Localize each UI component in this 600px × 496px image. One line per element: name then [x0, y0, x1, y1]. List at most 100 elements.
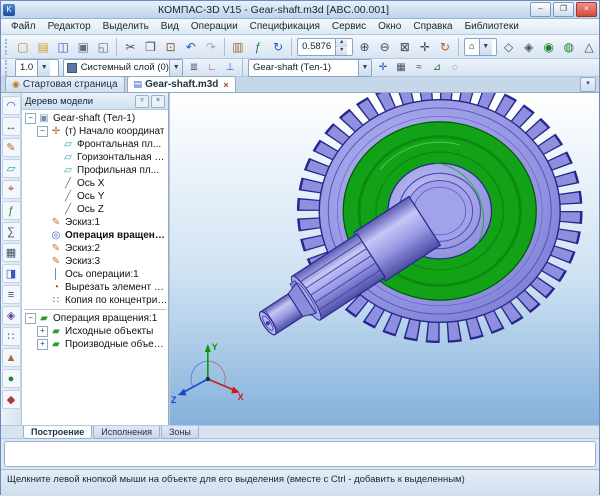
- tree-item-profile-plane[interactable]: ▱ Профильная пл...: [22, 164, 168, 177]
- dimensions-icon[interactable]: ↔: [2, 117, 21, 136]
- array-icon[interactable]: ∷: [2, 327, 21, 346]
- undo-icon[interactable]: ↶: [181, 36, 201, 57]
- chevron-down-icon[interactable]: ▼: [169, 60, 182, 76]
- menu-service[interactable]: Сервис: [326, 20, 372, 33]
- chevron-down-icon[interactable]: ▼: [37, 60, 50, 76]
- phantom-icon[interactable]: ◌: [446, 59, 464, 76]
- snap-icon[interactable]: ✛: [374, 59, 392, 76]
- tree-item-operation-axis[interactable]: │ Ось операции:1: [22, 268, 168, 281]
- part-combo[interactable]: Gear-shaft (Тел-1) ▼: [248, 59, 372, 77]
- copy-icon[interactable]: ❐: [140, 36, 160, 57]
- tree-item-revolve-composition[interactable]: − ▰ Операция вращения:1: [22, 312, 168, 325]
- preview-icon[interactable]: ◱: [93, 36, 113, 57]
- tree-item-origin[interactable]: − ✛ (т) Начало координат: [22, 125, 168, 138]
- surfaces-icon[interactable]: ◈: [2, 306, 21, 325]
- tree-item-axis-x[interactable]: ╱ Ось X: [22, 177, 168, 190]
- zoom-out-icon[interactable]: ⊖: [375, 36, 395, 57]
- tree-item-derived-objects[interactable]: + ▰ Производные объекты: [22, 338, 168, 351]
- tree-item-revolve[interactable]: ◎ Операция вращения:1: [22, 229, 168, 242]
- geometry-icon[interactable]: ◠: [2, 96, 21, 115]
- tree-item-cut-revolve[interactable]: ◔ Вырезать элемент выр...: [22, 281, 168, 294]
- tree-item-axis-y[interactable]: ╱ Ось Y: [22, 190, 168, 203]
- tree-item-circular-pattern[interactable]: ∷ Копия по концентрич...: [22, 294, 168, 307]
- maximize-button[interactable]: ❐: [553, 2, 574, 17]
- panel-close-icon[interactable]: ×: [151, 95, 165, 108]
- expand-toggle[interactable]: −: [37, 126, 48, 137]
- save-icon[interactable]: ◫: [53, 36, 73, 57]
- minimize-button[interactable]: –: [530, 2, 551, 17]
- library-manager-icon[interactable]: ▥: [228, 36, 248, 57]
- perspective-icon[interactable]: △: [579, 36, 599, 57]
- menu-view[interactable]: Вид: [155, 20, 185, 33]
- zoom-in-icon[interactable]: ⊕: [355, 36, 375, 57]
- variables-icon[interactable]: ƒ: [248, 36, 268, 57]
- refresh-icon[interactable]: ↻: [268, 36, 288, 57]
- rotate-view-icon[interactable]: ↻: [435, 36, 455, 57]
- toolbar-grip[interactable]: [5, 60, 10, 76]
- zoom-value-combo[interactable]: 0.5876 ▲▼: [297, 38, 352, 56]
- selection-filter-icon[interactable]: ⊿: [428, 59, 446, 76]
- menu-libraries[interactable]: Библиотеки: [459, 20, 525, 33]
- tree-item-source-objects[interactable]: + ▰ Исходные объекты: [22, 325, 168, 338]
- pin-icon[interactable]: ▿: [135, 95, 149, 108]
- paste-icon[interactable]: ⊡: [161, 36, 181, 57]
- shaded-edges-icon[interactable]: ◍: [559, 36, 579, 57]
- filters-icon[interactable]: ▦: [2, 243, 21, 262]
- shaded-icon[interactable]: ◉: [539, 36, 559, 57]
- menu-file[interactable]: Файл: [5, 20, 42, 33]
- editing-icon[interactable]: ⌖: [2, 180, 21, 199]
- rounding-icon[interactable]: ≈: [410, 59, 428, 76]
- tab-close-icon[interactable]: ×: [223, 80, 228, 90]
- tree-item-horizontal-plane[interactable]: ▱ Горизонтальная п...: [22, 151, 168, 164]
- menu-help[interactable]: Справка: [407, 20, 458, 33]
- property-bar-area[interactable]: [4, 441, 596, 467]
- menu-specification[interactable]: Спецификация: [244, 20, 326, 33]
- specification-icon[interactable]: ◨: [2, 264, 21, 283]
- tab-zones[interactable]: Зоны: [161, 426, 199, 439]
- menu-operations[interactable]: Операции: [185, 20, 244, 33]
- expand-toggle[interactable]: +: [37, 339, 48, 350]
- expand-toggle[interactable]: −: [25, 313, 36, 324]
- cursor-step-combo[interactable]: 1.0 ▼: [15, 59, 59, 77]
- tab-list-chevron-icon[interactable]: ▾: [580, 77, 596, 92]
- tab-gear-shaft[interactable]: ▤ Gear-shaft.m3d ×: [127, 76, 236, 92]
- tree-item-sketch1[interactable]: ✎ Эскиз:1: [22, 216, 168, 229]
- tree-item-frontal-plane[interactable]: ▱ Фронтальная пл...: [22, 138, 168, 151]
- layers-icon[interactable]: ≣: [185, 59, 203, 76]
- sheet-metal-icon[interactable]: ▲: [2, 348, 21, 367]
- hidden-lines-icon[interactable]: ◈: [519, 36, 539, 57]
- layer-combo[interactable]: Системный слой (0) ▼: [63, 59, 183, 77]
- chevron-down-icon[interactable]: ▼: [358, 60, 371, 76]
- open-icon[interactable]: ▤: [33, 36, 53, 57]
- menu-select[interactable]: Выделить: [97, 20, 155, 33]
- zoom-spinner[interactable]: ▲▼: [335, 39, 347, 55]
- tree-item-root[interactable]: − ▣ Gear-shaft (Тел-1): [22, 112, 168, 125]
- tree-item-axis-z[interactable]: ╱ Ось Z: [22, 203, 168, 216]
- parameterization-icon[interactable]: ƒ: [2, 201, 21, 220]
- print-icon[interactable]: ▣: [73, 36, 93, 57]
- expand-toggle[interactable]: −: [25, 113, 36, 124]
- tree-item-sketch3[interactable]: ✎ Эскиз:3: [22, 255, 168, 268]
- tab-versions[interactable]: Исполнения: [93, 426, 160, 439]
- wireframe-icon[interactable]: ◇: [499, 36, 519, 57]
- menu-window[interactable]: Окно: [372, 20, 407, 33]
- toolbar-grip[interactable]: [5, 39, 10, 55]
- redo-icon[interactable]: ↷: [201, 36, 221, 57]
- pan-icon[interactable]: ✛: [415, 36, 435, 57]
- chevron-down-icon[interactable]: ▼: [479, 39, 492, 55]
- tab-start-page[interactable]: ◉ Стартовая страница: [5, 76, 125, 92]
- grid-icon[interactable]: ▦: [392, 59, 410, 76]
- orientation-combo[interactable]: ⌂ ▼: [464, 38, 497, 56]
- measure-icon[interactable]: ∑: [2, 222, 21, 241]
- close-button[interactable]: ×: [576, 2, 597, 17]
- construction-plane-icon[interactable]: ▱: [2, 159, 21, 178]
- features-icon[interactable]: ●: [2, 369, 21, 388]
- menu-edit[interactable]: Редактор: [42, 20, 97, 33]
- tab-construction[interactable]: Построение: [23, 426, 92, 439]
- new-document-icon[interactable]: ▢: [13, 36, 33, 57]
- zoom-window-icon[interactable]: ⊠: [395, 36, 415, 57]
- reports-icon[interactable]: ≡: [2, 285, 21, 304]
- local-cs-icon[interactable]: ∟: [203, 59, 221, 76]
- tree-item-sketch2[interactable]: ✎ Эскиз:2: [22, 242, 168, 255]
- ortho-icon[interactable]: ⊥: [221, 59, 239, 76]
